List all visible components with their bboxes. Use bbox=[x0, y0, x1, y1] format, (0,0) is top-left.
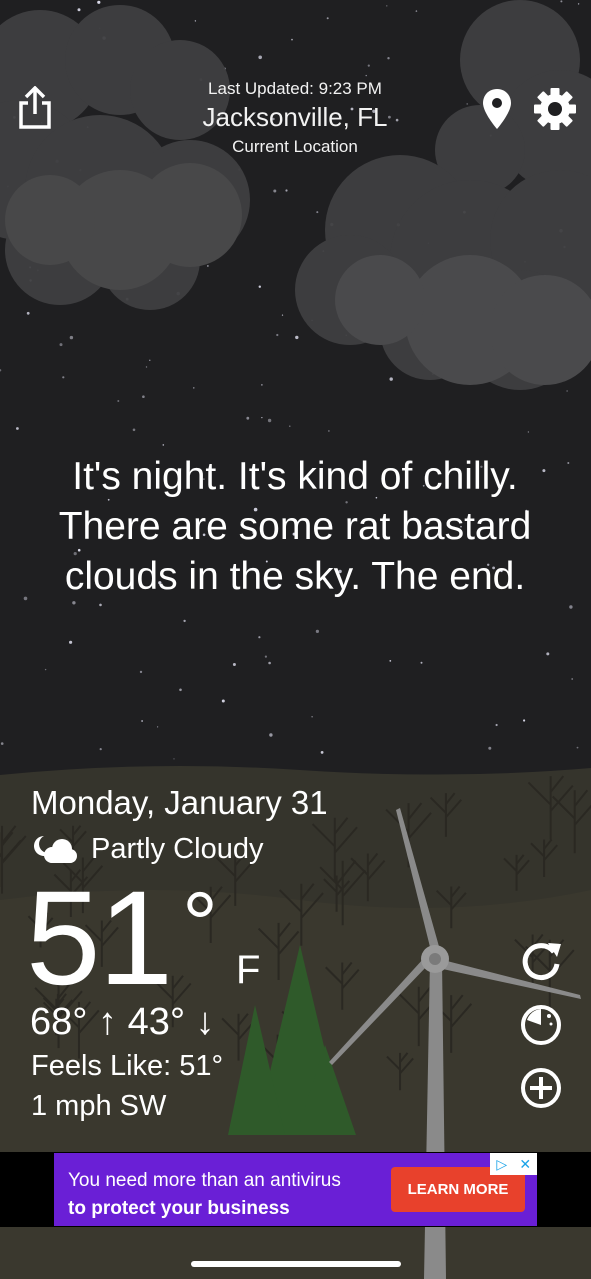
star bbox=[281, 314, 284, 316]
star bbox=[26, 311, 30, 315]
ad-banner[interactable]: You need more than an antivirus to prote… bbox=[54, 1153, 537, 1226]
star bbox=[276, 333, 279, 337]
last-updated: Last Updated: 9:23 PM bbox=[208, 79, 382, 98]
star bbox=[488, 746, 492, 750]
star bbox=[99, 603, 102, 607]
star bbox=[289, 425, 291, 427]
star bbox=[117, 400, 120, 402]
star bbox=[0, 742, 4, 745]
refresh-icon[interactable] bbox=[518, 938, 564, 984]
star bbox=[320, 751, 324, 754]
city-name[interactable]: Jacksonville, FL bbox=[120, 102, 470, 133]
star bbox=[569, 605, 573, 609]
star bbox=[267, 418, 272, 423]
wind-speed: 1 mph SW bbox=[31, 1090, 167, 1122]
share-icon[interactable] bbox=[14, 84, 56, 132]
radar-icon[interactable] bbox=[518, 1002, 564, 1048]
star bbox=[99, 748, 102, 751]
star bbox=[142, 395, 145, 399]
ad-choices[interactable]: ▷ ✕ bbox=[490, 1153, 537, 1175]
star bbox=[162, 444, 165, 446]
star bbox=[179, 688, 182, 692]
adchoices-icon[interactable]: ▷ bbox=[490, 1153, 514, 1175]
star bbox=[149, 359, 151, 361]
star bbox=[523, 719, 526, 722]
current-temperature[interactable]: 51 bbox=[26, 872, 173, 1006]
home-indicator[interactable] bbox=[191, 1261, 401, 1267]
star bbox=[246, 416, 250, 420]
star bbox=[69, 335, 74, 340]
top-bar: Last Updated: 9:23 PM Jacksonville, FL C… bbox=[0, 0, 591, 170]
star bbox=[576, 746, 579, 749]
forecast-date: Monday, January 31 bbox=[31, 784, 328, 821]
star bbox=[311, 716, 313, 718]
star bbox=[69, 640, 73, 644]
plus-circle-icon[interactable] bbox=[518, 1065, 564, 1111]
star bbox=[566, 390, 568, 392]
star bbox=[157, 726, 159, 728]
star bbox=[420, 661, 423, 664]
location-mode: Current Location bbox=[232, 137, 358, 156]
condition-label: Partly Cloudy bbox=[91, 833, 264, 865]
star bbox=[261, 417, 263, 419]
ad-copy: You need more than an antivirus to prote… bbox=[68, 1167, 341, 1223]
star bbox=[173, 758, 175, 760]
weather-screen: Last Updated: 9:23 PM Jacksonville, FL C… bbox=[0, 0, 591, 1279]
star bbox=[389, 660, 392, 662]
star bbox=[44, 668, 47, 671]
star bbox=[527, 431, 530, 433]
star bbox=[315, 629, 319, 634]
degree-symbol: ° bbox=[182, 875, 218, 975]
star bbox=[232, 663, 236, 666]
ad-line-2: to protect your business bbox=[68, 1198, 290, 1219]
star bbox=[269, 733, 273, 737]
star bbox=[141, 720, 144, 722]
star bbox=[221, 699, 225, 703]
star bbox=[316, 211, 319, 214]
star bbox=[295, 335, 299, 340]
star bbox=[261, 384, 263, 386]
star bbox=[328, 430, 330, 432]
star bbox=[258, 285, 261, 288]
star bbox=[16, 427, 19, 430]
star bbox=[132, 428, 136, 432]
star bbox=[258, 636, 261, 639]
star bbox=[571, 678, 574, 680]
high-low: 68° ↑ 43° ↓ bbox=[30, 1001, 215, 1043]
close-ad-icon[interactable]: ✕ bbox=[514, 1153, 538, 1175]
star bbox=[264, 655, 267, 658]
gear-icon[interactable] bbox=[532, 86, 578, 132]
star bbox=[183, 619, 186, 623]
star bbox=[268, 661, 271, 665]
star bbox=[59, 343, 63, 347]
weather-quip: It's night. It's kind of chilly. There a… bbox=[58, 455, 532, 598]
feels-like: Feels Like: 51° bbox=[31, 1050, 224, 1082]
moon-cloud-icon bbox=[30, 832, 78, 866]
temperature-unit[interactable]: F bbox=[236, 948, 260, 993]
star bbox=[389, 377, 393, 381]
star bbox=[273, 189, 277, 193]
star bbox=[139, 670, 143, 674]
star bbox=[207, 265, 209, 267]
star bbox=[62, 376, 65, 379]
background-scene bbox=[0, 0, 591, 1279]
star bbox=[285, 189, 288, 192]
ad-line-1: You need more than an antivirus bbox=[68, 1170, 341, 1191]
star bbox=[495, 723, 498, 727]
star bbox=[145, 366, 148, 368]
star bbox=[546, 652, 550, 656]
star bbox=[193, 387, 195, 389]
map-pin-icon[interactable] bbox=[480, 86, 514, 132]
